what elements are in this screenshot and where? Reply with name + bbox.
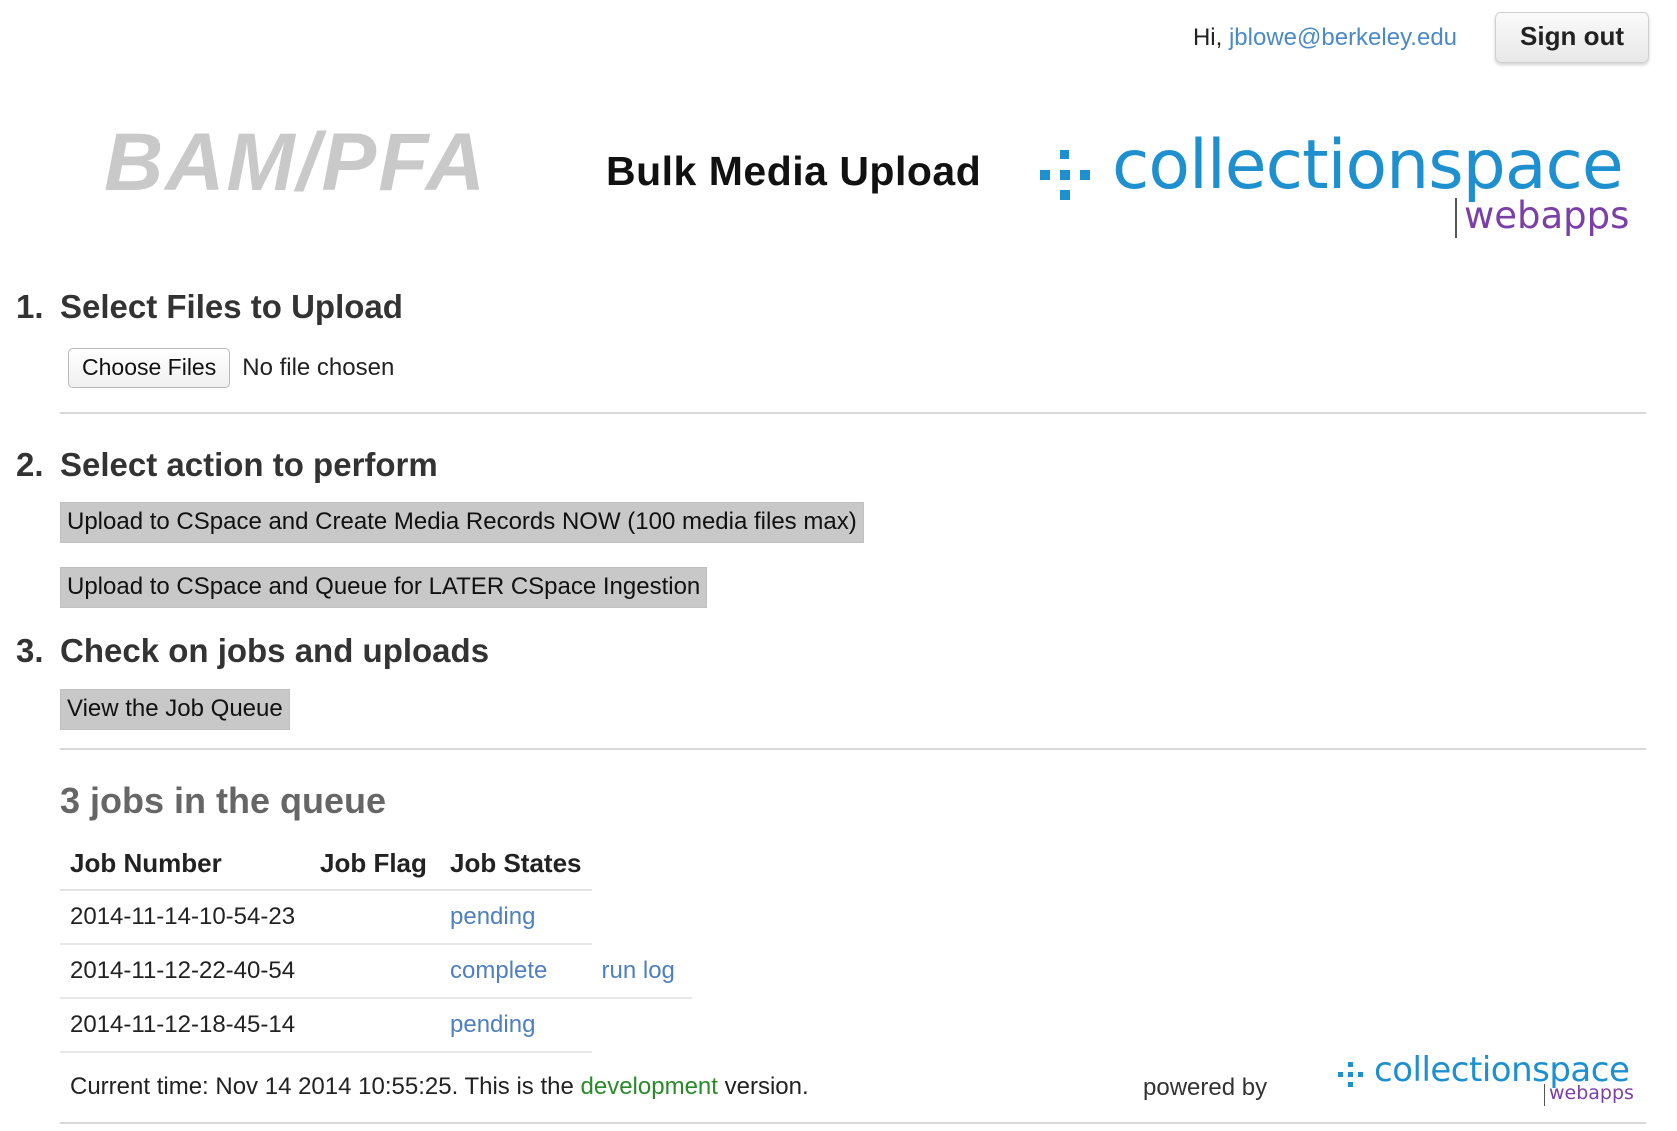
step2-number: 2. bbox=[16, 446, 44, 483]
step3-title: Check on jobs and uploads bbox=[60, 632, 490, 669]
job-number: 2014-11-12-22-40-54 bbox=[60, 944, 310, 999]
current-time-text: Current time: Nov 14 2014 10:55:25. This… bbox=[70, 1073, 574, 1100]
table-row: 2014-11-12-18-45-14 pending bbox=[60, 998, 692, 1053]
choose-files-button[interactable]: Choose Files bbox=[68, 348, 231, 388]
divider bbox=[60, 748, 1646, 750]
job-state-link[interactable]: pending bbox=[450, 903, 535, 930]
job-flag bbox=[310, 944, 440, 999]
job-flag bbox=[310, 890, 440, 945]
no-file-chosen-text: No file chosen bbox=[242, 354, 395, 381]
greeting: Hi, jblowe@berkeley.edu bbox=[1193, 24, 1457, 52]
step3-number: 3. bbox=[16, 632, 44, 669]
table-row: 2014-11-14-10-54-23 pending bbox=[60, 890, 692, 945]
job-flag bbox=[310, 998, 440, 1053]
user-email-link[interactable]: jblowe@berkeley.edu bbox=[1229, 24, 1457, 51]
sign-out-button[interactable]: Sign out bbox=[1495, 12, 1649, 63]
collectionspace-logo-sub: webapps bbox=[1549, 1082, 1634, 1104]
footer-status: Current time: Nov 14 2014 10:55:25. This… bbox=[70, 1073, 809, 1101]
user-bar: Hi, jblowe@berkeley.edu Sign out bbox=[1193, 12, 1649, 63]
table-header-row: Job Number Job Flag Job States bbox=[60, 842, 692, 891]
job-number: 2014-11-14-10-54-23 bbox=[60, 890, 310, 945]
table-row: 2014-11-12-22-40-54 complete run log bbox=[60, 944, 692, 999]
column-header-job-flag: Job Flag bbox=[310, 842, 440, 891]
collectionspace-logo: collectionspace webapps bbox=[1040, 126, 1640, 258]
collectionspace-logo-sub: webapps bbox=[1464, 194, 1630, 237]
job-state-link[interactable]: complete bbox=[450, 957, 547, 984]
column-header-job-number: Job Number bbox=[60, 842, 310, 891]
jobs-table: Job Number Job Flag Job States 2014-11-1… bbox=[60, 842, 692, 1053]
collectionspace-footer-logo: collectionspace webapps bbox=[1338, 1050, 1638, 1120]
collectionspace-dots-icon bbox=[1338, 1062, 1368, 1092]
step2-heading: 2. Select action to perform bbox=[16, 446, 438, 484]
divider bbox=[60, 412, 1646, 414]
job-number: 2014-11-12-18-45-14 bbox=[60, 998, 310, 1053]
upload-create-now-button[interactable]: Upload to CSpace and Create Media Record… bbox=[60, 502, 864, 543]
step1-number: 1. bbox=[16, 288, 44, 325]
job-state-link[interactable]: pending bbox=[450, 1011, 535, 1038]
collectionspace-logo-bar bbox=[1544, 1084, 1545, 1106]
column-header-job-states: Job States bbox=[440, 842, 592, 891]
step1-heading: 1. Select Files to Upload bbox=[16, 288, 403, 326]
environment-label: development bbox=[580, 1073, 718, 1100]
page-title: Bulk Media Upload bbox=[606, 148, 982, 194]
step3-heading: 3. Check on jobs and uploads bbox=[16, 632, 489, 670]
run-log-link[interactable]: run log bbox=[602, 957, 675, 984]
queue-title: 3 jobs in the queue bbox=[60, 780, 387, 821]
step2-title: Select action to perform bbox=[60, 446, 438, 483]
divider bbox=[60, 1122, 1646, 1124]
step1-title: Select Files to Upload bbox=[60, 288, 403, 325]
greeting-prefix: Hi, bbox=[1192, 23, 1223, 51]
upload-queue-later-button[interactable]: Upload to CSpace and Queue for LATER CSp… bbox=[60, 567, 708, 608]
institution-logo: BAM/PFA bbox=[104, 117, 487, 208]
version-suffix: version. bbox=[724, 1073, 809, 1100]
powered-by-text: powered by bbox=[1143, 1074, 1268, 1101]
file-input[interactable]: Choose Files No file chosen bbox=[68, 348, 394, 388]
view-job-queue-button[interactable]: View the Job Queue bbox=[60, 689, 290, 730]
collectionspace-logo-bar bbox=[1455, 198, 1457, 238]
collectionspace-dots-icon bbox=[1040, 150, 1100, 210]
